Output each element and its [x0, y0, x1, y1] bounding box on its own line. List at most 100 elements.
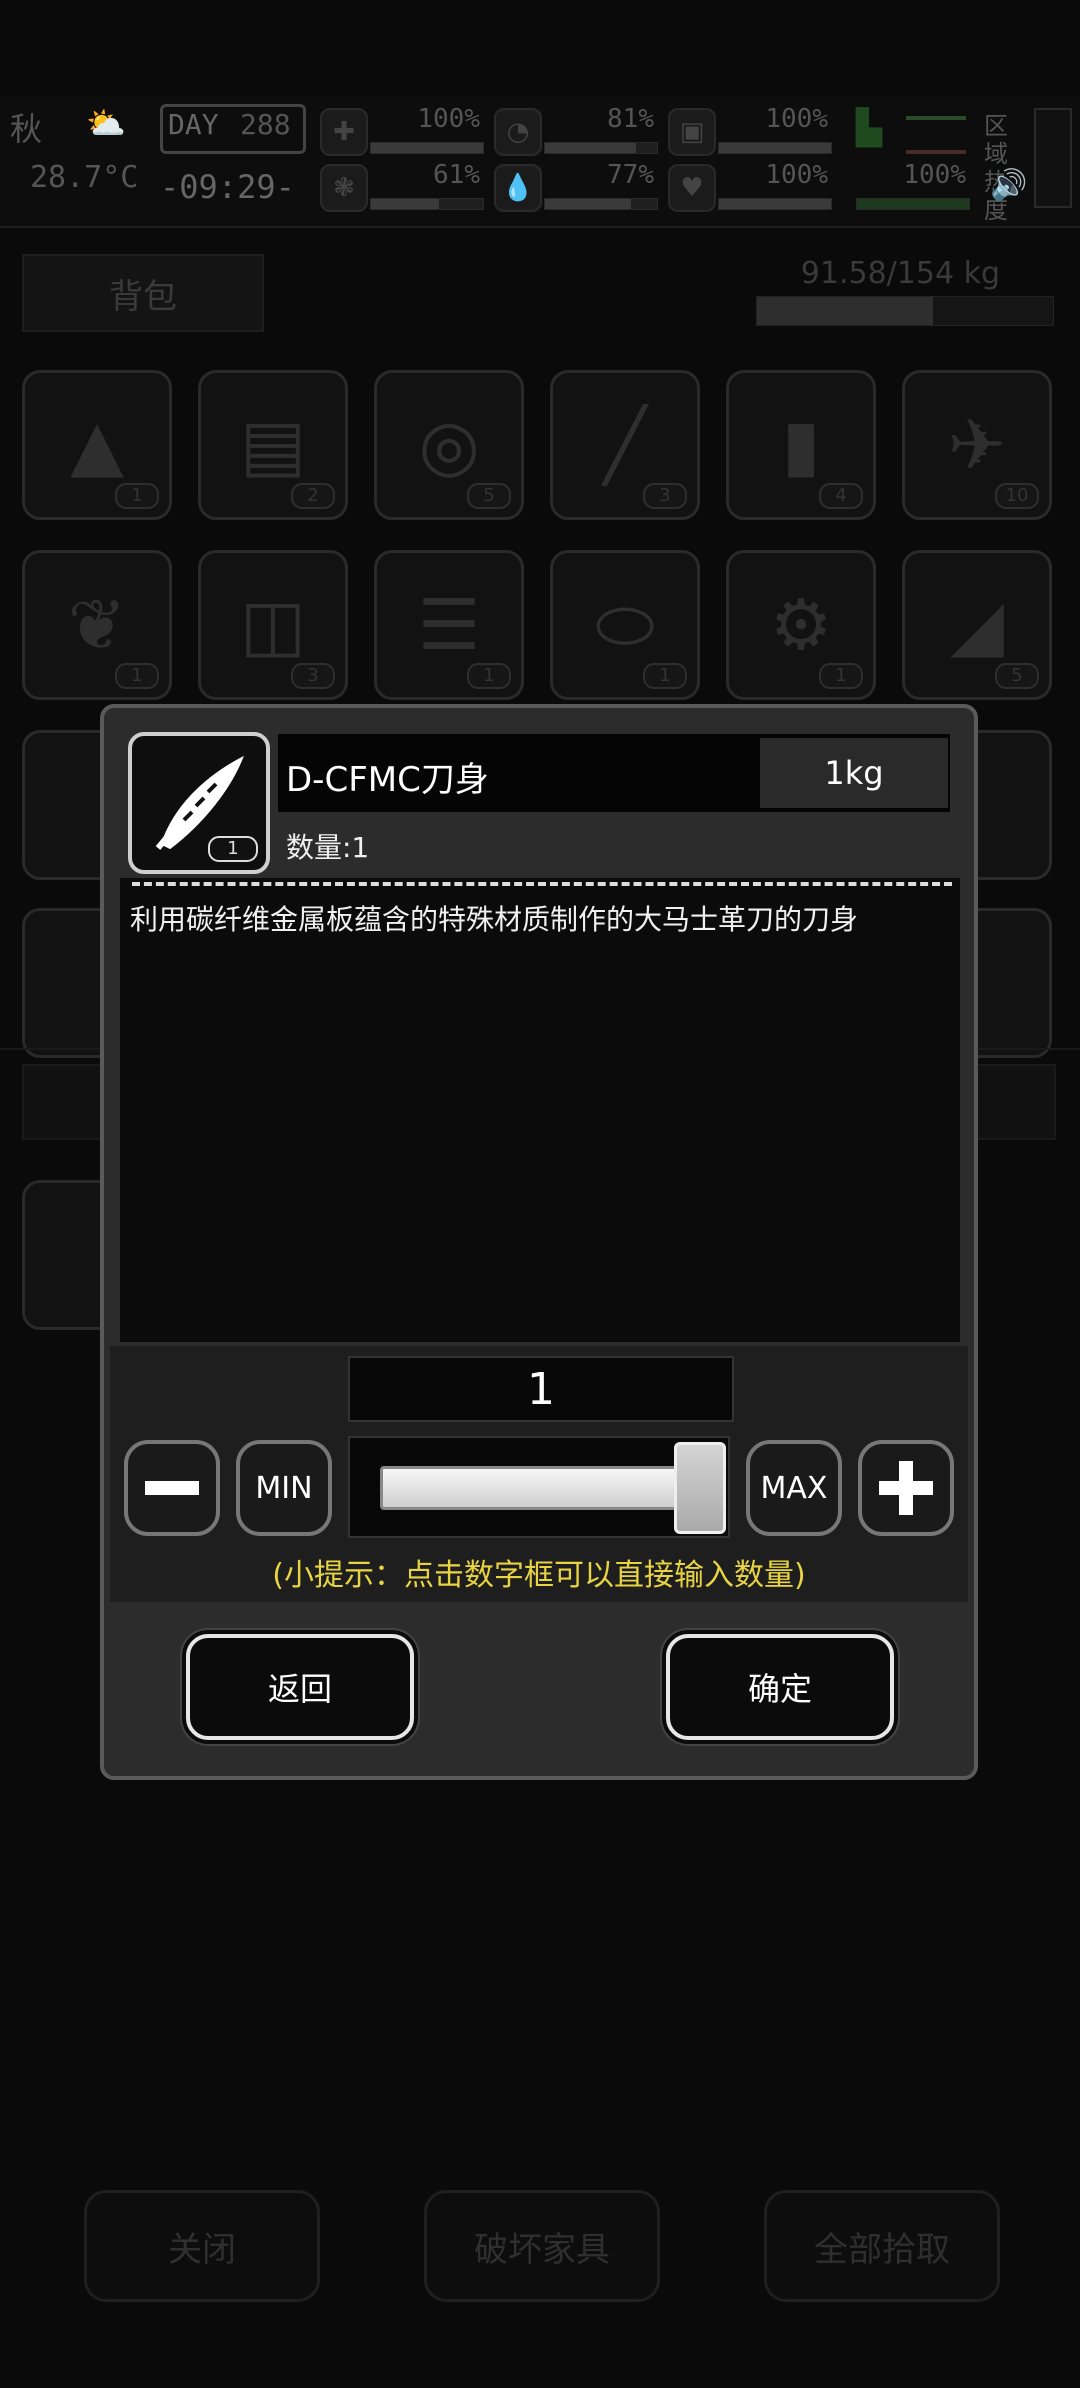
needle-icon: ╱: [603, 404, 647, 486]
back-label: 返回: [267, 1670, 332, 1708]
inventory-slot[interactable]: ▮ 4: [726, 370, 876, 520]
item-description: 利用碳纤维金属板蕴含的特殊材质制作的大马士革刀的刀身: [130, 903, 859, 936]
slot-count: 10: [995, 483, 1039, 509]
stat-value: 100%: [765, 160, 828, 190]
stat-bar: [544, 142, 658, 154]
foot-icon: ▙: [856, 108, 883, 148]
inventory-slot[interactable]: ☰ 1: [374, 550, 524, 700]
stat-bar: [718, 142, 832, 154]
medkit-icon: ✚: [320, 108, 368, 156]
slider-thumb[interactable]: [674, 1442, 726, 1534]
inventory-slot[interactable]: ◎ 5: [374, 370, 524, 520]
item-quantity: 数量:1: [286, 831, 370, 864]
brain-icon: ❃: [320, 164, 368, 212]
plus-icon: [879, 1461, 933, 1515]
day-label: DAY: [168, 108, 219, 141]
stamina-icon: ▣: [668, 108, 716, 156]
back-button[interactable]: 返回: [186, 1634, 414, 1740]
slot-count: 1: [819, 663, 863, 689]
hint-text: (小提示：点击数字框可以直接输入数量): [272, 1558, 806, 1593]
pick-all-label: 全部拾取: [814, 2229, 950, 2270]
weather-icon: ⛅: [86, 104, 126, 142]
item-count-badge: 1: [208, 836, 258, 862]
stomach-icon: ◔: [494, 108, 542, 156]
pick-all-button[interactable]: 全部拾取: [764, 2190, 1000, 2302]
stat-value: 77%: [607, 160, 654, 190]
inventory-slot[interactable]: ❦ 1: [22, 550, 172, 700]
slot-count: 3: [291, 663, 335, 689]
stat-bar: [370, 142, 484, 154]
item-name: D-CFMC刀身: [286, 760, 489, 800]
slot-count: 3: [643, 483, 687, 509]
inventory-slot[interactable]: ✈ 10: [902, 370, 1052, 520]
inventory-slot[interactable]: ╱ 3: [550, 370, 700, 520]
stat-value: 100%: [417, 104, 480, 134]
slot-count: 4: [819, 483, 863, 509]
rope-icon: ◎: [418, 404, 480, 486]
weight-readout: 91.58/154 kg: [800, 256, 1000, 291]
heart-icon: ♥: [668, 164, 716, 212]
dashed-divider: [132, 882, 952, 886]
slot-count: 1: [115, 483, 159, 509]
scroll-icon: ❦: [67, 584, 127, 666]
drink-icon: ◫: [239, 584, 307, 666]
inventory-slot[interactable]: ⬭ 1: [550, 550, 700, 700]
item-weight-box: 1kg: [760, 738, 948, 808]
weight-bar: [756, 296, 1054, 326]
indicator-lines-icon: [906, 116, 966, 154]
close-button[interactable]: 关闭: [84, 2190, 320, 2302]
min-label: MIN: [255, 1470, 313, 1506]
stat-value: 81%: [607, 104, 654, 134]
item-icon-frame: 1: [128, 732, 270, 874]
rocket-icon: ✈: [947, 404, 1007, 486]
confirm-label: 确定: [747, 1670, 812, 1708]
max-label: MAX: [760, 1470, 828, 1506]
speaker-icon[interactable]: 🔊: [990, 168, 1027, 203]
slot-count: 5: [995, 663, 1039, 689]
quantity-input[interactable]: 1: [348, 1356, 734, 1422]
max-button[interactable]: MAX: [746, 1440, 842, 1536]
item-weight: 1kg: [824, 754, 884, 792]
inventory-slot[interactable]: ⚙ 1: [726, 550, 876, 700]
inventory-slot[interactable]: ◢ 5: [902, 550, 1052, 700]
can-icon: ⬭: [595, 583, 655, 666]
clock-readout: -09:29-: [160, 168, 295, 206]
stat-value: 100%: [765, 104, 828, 134]
cloth-stack-icon: ☰: [417, 584, 481, 666]
stat-bar: [544, 198, 658, 210]
heat-gauge: [1034, 108, 1072, 208]
inventory-slot[interactable]: ▤ 2: [198, 370, 348, 520]
description-area: [120, 878, 960, 1342]
stat-bar: [370, 198, 484, 210]
stat-bar: [856, 198, 970, 210]
backpack-tab-label: 背包: [109, 276, 177, 317]
stat-value: 100%: [903, 160, 966, 190]
fabric-icon: ◢: [950, 584, 1004, 666]
slot-count: 1: [115, 663, 159, 689]
increment-button[interactable]: [858, 1440, 954, 1536]
inventory-slot[interactable]: ▲ 1: [22, 370, 172, 520]
arrowhead-icon: ▲: [70, 404, 124, 486]
towel-icon: ▤: [239, 404, 307, 486]
slot-count: 2: [291, 483, 335, 509]
break-furniture-label: 破坏家具: [474, 2229, 610, 2270]
slider-fill: [380, 1466, 680, 1510]
close-button-label: 关闭: [168, 2229, 236, 2270]
bottle-icon: ▮: [781, 404, 821, 486]
min-button[interactable]: MIN: [236, 1440, 332, 1536]
stat-bar: [718, 198, 832, 210]
decrement-button[interactable]: [124, 1440, 220, 1536]
slot-count: 1: [643, 663, 687, 689]
gear-parts-icon: ⚙: [769, 584, 833, 666]
minus-icon: [145, 1481, 199, 1495]
inventory-slot[interactable]: ◫ 3: [198, 550, 348, 700]
confirm-button[interactable]: 确定: [666, 1634, 894, 1740]
backpack-tab[interactable]: 背包: [22, 254, 264, 332]
temperature-readout: 28.7°C: [30, 160, 139, 195]
quantity-value: 1: [527, 1363, 555, 1415]
stat-value: 61%: [433, 160, 480, 190]
break-furniture-button[interactable]: 破坏家具: [424, 2190, 660, 2302]
slot-count: 5: [467, 483, 511, 509]
slot-count: 1: [467, 663, 511, 689]
day-number: 288: [240, 108, 291, 141]
